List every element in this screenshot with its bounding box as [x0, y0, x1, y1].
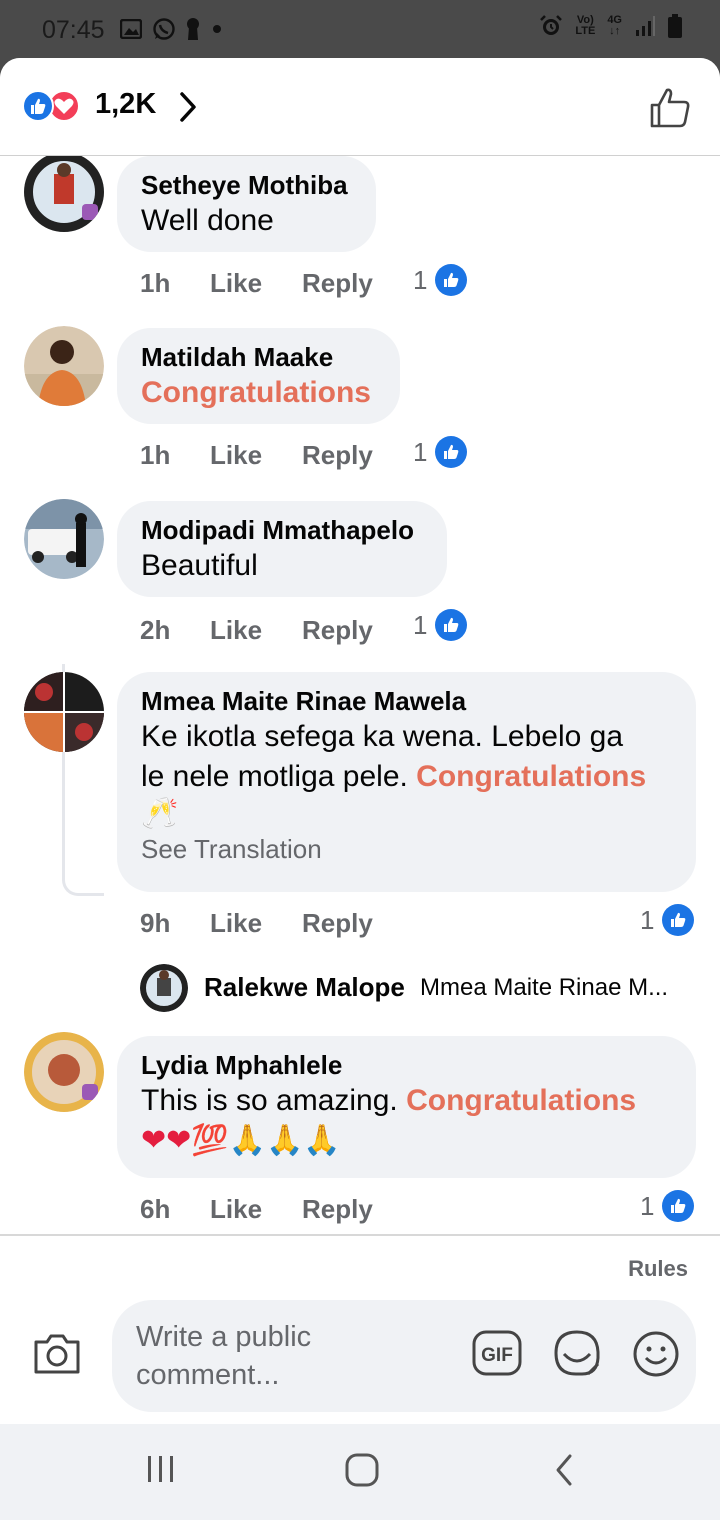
reply-author-name[interactable]: Ralekwe Malope — [204, 972, 405, 1003]
reply-preview[interactable]: Ralekwe Malope Mmea Maite Rinae M... — [140, 962, 700, 1014]
comment-reaction-count[interactable]: 1 — [413, 264, 468, 296]
reply-button[interactable]: Reply — [302, 268, 412, 299]
comment-actions: 1h Like Reply — [140, 440, 412, 471]
volte-icon: Vo) LTE — [575, 14, 596, 37]
like-reaction-icon — [22, 90, 54, 122]
reply-button[interactable]: Reply — [302, 615, 412, 646]
like-button[interactable]: Like — [210, 1194, 302, 1225]
comment-text: Well done — [141, 204, 274, 237]
comment-composer: Rules Write a public comment... GIF — [0, 1234, 720, 1424]
comment-bubble[interactable]: Mmea Maite Rinae Mawela Ke ikotla sefega… — [117, 672, 696, 892]
chevron-right-icon[interactable] — [176, 90, 200, 124]
comment-time: 9h — [140, 908, 171, 938]
comment-time: 1h — [140, 268, 171, 298]
comment-input-placeholder: Write a public comment... — [136, 1321, 312, 1391]
comment-text: Beautiful — [141, 549, 258, 582]
like-button[interactable]: Like — [210, 440, 302, 471]
reactions-header: 1,2K — [0, 58, 720, 156]
commenter-name[interactable]: Mmea Maite Rinae Mawela — [141, 685, 672, 717]
comment-actions: 6h Like Reply — [140, 1194, 412, 1225]
dot-icon — [213, 25, 221, 33]
comment-input[interactable]: Write a public comment... GIF — [112, 1300, 696, 1412]
reply-button[interactable]: Reply — [302, 908, 412, 939]
comment-reaction-count[interactable]: 1 — [413, 609, 468, 641]
comment-bubble[interactable]: Matildah Maake Congratulations — [117, 328, 400, 424]
alarm-icon — [540, 15, 563, 35]
like-badge-icon — [435, 264, 468, 296]
comment-actions: 2h Like Reply — [140, 615, 412, 646]
like-badge-icon — [662, 1190, 695, 1222]
sticker-icon[interactable] — [552, 1328, 602, 1378]
commenter-name[interactable]: Modipadi Mmathapelo — [141, 514, 423, 546]
like-button[interactable]: Like — [210, 908, 302, 939]
reply-button[interactable]: Reply — [302, 440, 412, 471]
comment-emoji: 🥂 — [141, 797, 179, 830]
whatsapp-icon — [153, 18, 175, 40]
thumbs-up-icon[interactable] — [648, 86, 692, 130]
like-button[interactable]: Like — [210, 268, 302, 299]
rules-link[interactable]: Rules — [628, 1256, 688, 1282]
avatar[interactable] — [24, 156, 104, 232]
camera-icon[interactable] — [32, 1332, 82, 1376]
comment-actions: 1h Like Reply — [140, 268, 412, 299]
like-badge-icon — [662, 904, 695, 936]
avatar[interactable] — [24, 499, 104, 579]
comment-reaction-count[interactable]: 1 — [413, 436, 468, 468]
emoji-icon[interactable] — [632, 1330, 680, 1378]
commenter-name[interactable]: Lydia Mphahlele — [141, 1049, 672, 1081]
comment-list: Setheye Mothiba Well done 1h Like Reply … — [0, 156, 720, 1234]
avatar[interactable] — [24, 672, 104, 752]
reaction-icons[interactable] — [22, 90, 92, 122]
gif-icon[interactable]: GIF — [472, 1330, 522, 1376]
system-nav-bar — [0, 1424, 720, 1520]
commenter-name[interactable]: Setheye Mothiba — [141, 169, 352, 201]
comment-reaction-count[interactable]: 1 — [640, 904, 695, 936]
reaction-count[interactable]: 1,2K — [95, 88, 156, 121]
comment-text-line: le nele motliga pele. Congratulations — [141, 760, 647, 793]
status-bar: 07:45 Vo) LTE 4G ↓↑ — [0, 0, 720, 62]
comment-actions: 9h Like Reply — [140, 908, 412, 939]
avatar[interactable] — [24, 326, 104, 406]
like-button[interactable]: Like — [210, 615, 302, 646]
signal-icon — [636, 16, 655, 36]
comment-text: Ke ikotla sefega ka wena. Lebelo ga — [141, 720, 624, 753]
comment-time: 1h — [140, 440, 171, 470]
comments-sheet: 1,2K Setheye Mothiba Well done 1h Like R… — [0, 58, 720, 1424]
commenter-name[interactable]: Matildah Maake — [141, 341, 376, 373]
avatar[interactable] — [140, 964, 188, 1012]
home-icon[interactable] — [344, 1452, 380, 1488]
reply-preview-text: Mmea Maite Rinae M... — [420, 974, 669, 1001]
comment-text-highlight[interactable]: Congratulations — [141, 373, 376, 413]
comment-text-highlight[interactable]: Congratulations — [416, 760, 646, 793]
status-time: 07:45 — [42, 16, 105, 44]
back-icon[interactable] — [550, 1452, 578, 1488]
gallery-icon — [120, 19, 142, 39]
recent-apps-icon[interactable] — [144, 1452, 178, 1486]
comment-bubble[interactable]: Modipadi Mmathapelo Beautiful — [117, 501, 447, 597]
avatar[interactable] — [24, 1032, 104, 1112]
comment-time: 2h — [140, 615, 171, 645]
comment-reaction-count[interactable]: 1 — [640, 1190, 695, 1222]
like-badge-icon — [435, 609, 468, 641]
keyhole-icon — [187, 18, 199, 40]
see-translation-link[interactable]: See Translation — [141, 831, 672, 867]
battery-icon — [668, 14, 682, 38]
comment-text-highlight[interactable]: Congratulations — [406, 1084, 636, 1117]
comment-time: 6h — [140, 1194, 171, 1224]
comment-bubble[interactable]: Setheye Mothiba Well done — [117, 156, 376, 252]
comment-text-line: This is so amazing. Congratulations — [141, 1084, 637, 1117]
reply-button[interactable]: Reply — [302, 1194, 412, 1225]
gif-icon-label: GIF — [481, 1345, 513, 1366]
comment-emoji: ❤❤💯🙏🙏🙏 — [141, 1124, 341, 1157]
like-badge-icon — [435, 436, 468, 468]
comment-bubble[interactable]: Lydia Mphahlele This is so amazing. Cong… — [117, 1036, 696, 1178]
network-4g-icon: 4G ↓↑ — [607, 14, 622, 37]
